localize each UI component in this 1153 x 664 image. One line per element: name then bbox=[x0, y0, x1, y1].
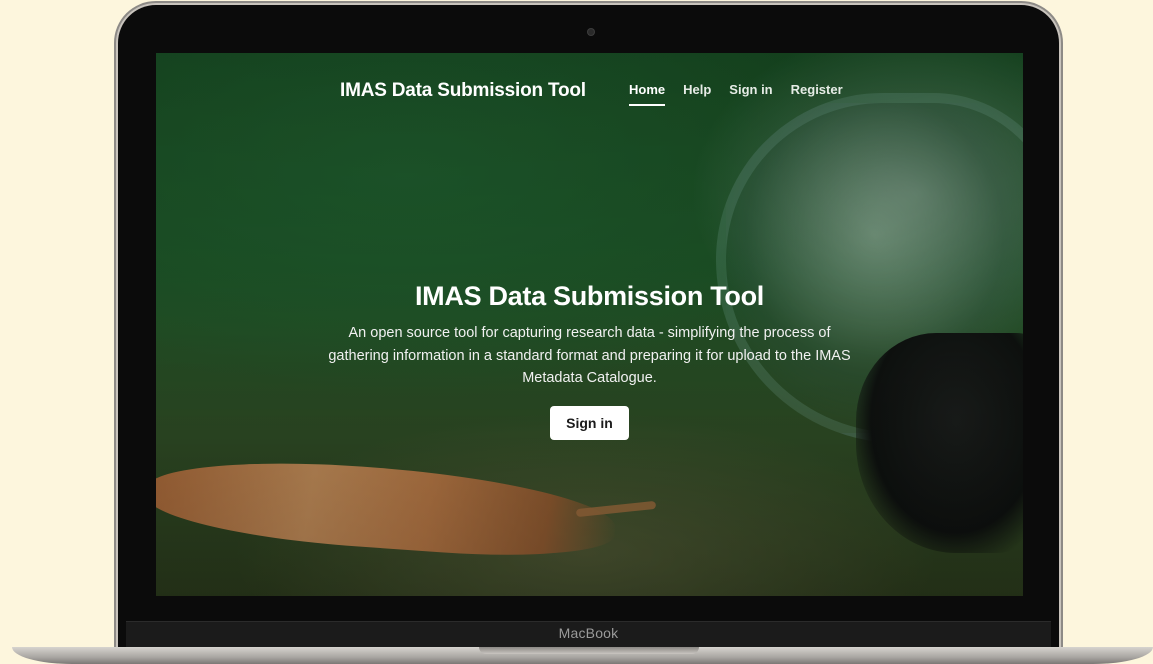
hero-description: An open source tool for capturing resear… bbox=[328, 325, 851, 386]
nav-link-help[interactable]: Help bbox=[683, 82, 711, 106]
hero-section: IMAS Data Submission Tool An open source… bbox=[156, 281, 1023, 440]
camera-icon bbox=[588, 29, 594, 35]
hero-sign-in-button[interactable]: Sign in bbox=[550, 405, 629, 440]
nav-link-register[interactable]: Register bbox=[791, 82, 843, 106]
device-brand-label: MacBook bbox=[558, 625, 619, 641]
nav-link-home[interactable]: Home bbox=[629, 82, 666, 106]
navbar-links: Home Help Sign in Register bbox=[629, 82, 843, 106]
hero-title: IMAS Data Submission Tool bbox=[414, 281, 765, 311]
navbar-brand[interactable]: IMAS Data Submission Tool bbox=[340, 80, 586, 102]
nav-link-sign-in[interactable]: Sign in bbox=[729, 82, 772, 106]
browser-screen: IMAS Data Submission Tool Home Help Sign… bbox=[156, 53, 1023, 596]
laptop-notch bbox=[479, 647, 699, 654]
